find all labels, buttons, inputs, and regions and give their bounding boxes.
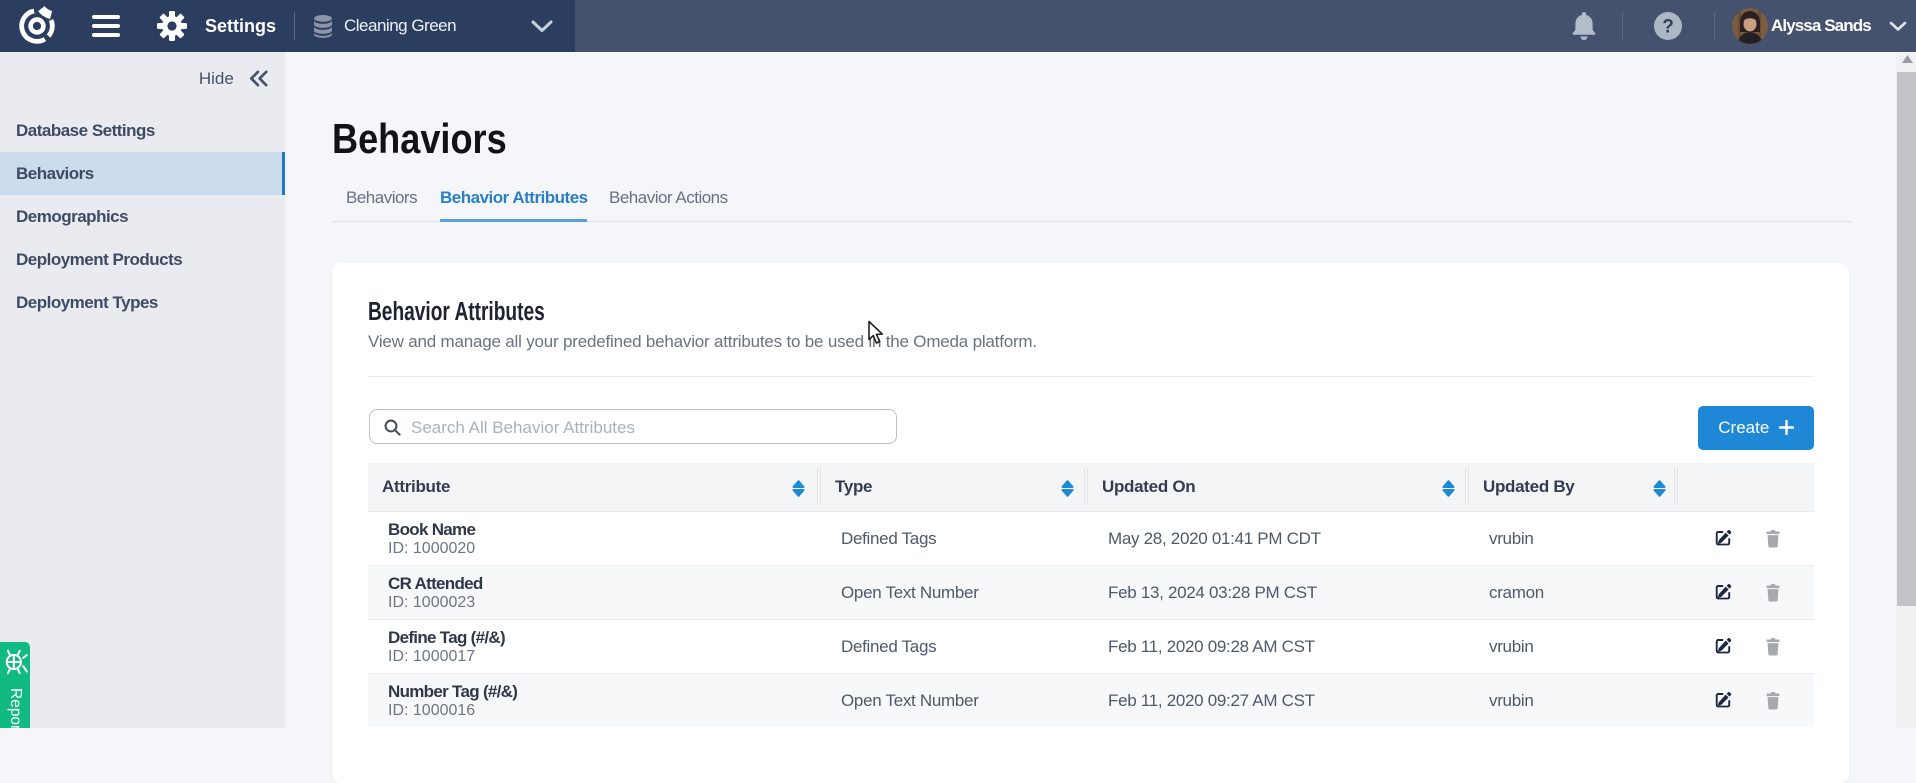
svg-text:?: ? bbox=[1662, 17, 1674, 38]
